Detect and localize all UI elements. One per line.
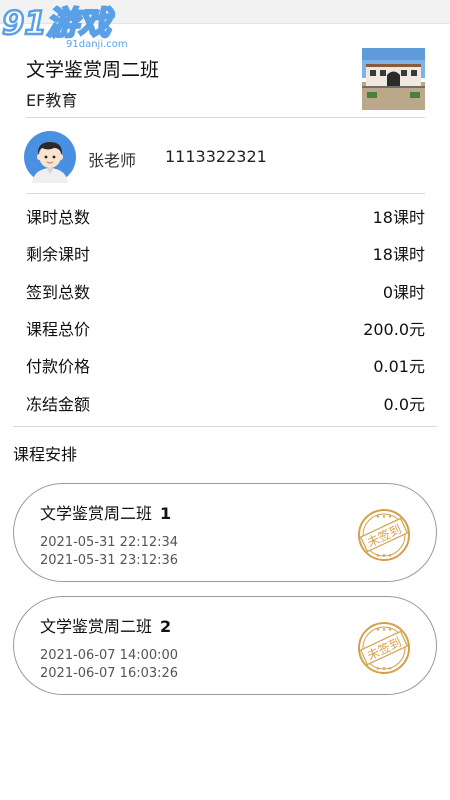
teacher-name: 张老师 xyxy=(88,151,137,170)
teacher-phone: 1113322321 xyxy=(165,147,267,166)
stat-label: 剩余课时 xyxy=(26,245,91,264)
org-name: EF教育 xyxy=(26,91,78,110)
svg-text:★ ★ ★: ★ ★ ★ xyxy=(376,553,393,559)
stat-row-total-price: 课程总价 200.0元 xyxy=(26,316,425,340)
stat-label: 签到总数 xyxy=(26,283,91,302)
stat-value: 0.0元 xyxy=(383,395,425,414)
status-bar xyxy=(0,0,450,24)
schedule-card[interactable]: 文学鉴赏周二班 2 2021-06-07 14:00:00 2021-06-07 … xyxy=(13,596,437,695)
stat-label: 付款价格 xyxy=(26,357,91,376)
stat-label: 冻结金额 xyxy=(26,395,91,414)
watermark-site-text: 91danji.com xyxy=(66,39,128,50)
stat-value: 18课时 xyxy=(372,208,425,227)
teacher-avatar xyxy=(24,131,76,183)
stamp-text: 未签到 xyxy=(365,521,404,550)
stat-value: 18课时 xyxy=(372,245,425,264)
schedule-start-time: 2021-05-31 22:12:34 xyxy=(40,535,179,550)
stat-label: 课程总价 xyxy=(26,320,91,339)
stat-row-remaining-hours: 剩余课时 18课时 xyxy=(26,241,425,265)
stat-row-total-hours: 课时总数 18课时 xyxy=(26,204,425,228)
schedule-end-time: 2021-05-31 23:12:36 xyxy=(40,553,179,568)
schedule-section-title: 课程安排 xyxy=(13,445,78,464)
class-title: 文学鉴赏周二班 xyxy=(26,59,160,81)
stat-value: 200.0元 xyxy=(363,320,425,339)
schedule-card[interactable]: 文学鉴赏周二班 1 2021-05-31 22:12:34 2021-05-31 … xyxy=(13,483,437,582)
schedule-card-index: 1 xyxy=(160,504,172,523)
stat-row-paid-price: 付款价格 0.01元 xyxy=(26,353,425,377)
divider xyxy=(13,426,437,427)
divider xyxy=(26,193,425,194)
schedule-card-index: 2 xyxy=(160,617,172,636)
schedule-card-title: 文学鉴赏周二班 xyxy=(40,504,153,523)
schedule-card-title: 文学鉴赏周二班 xyxy=(40,617,153,636)
schedule-card-title-row: 文学鉴赏周二班 2 xyxy=(40,613,171,637)
not-checked-in-stamp: ★ ★ ★ ★ ★ ★ 未签到 xyxy=(358,509,410,561)
stat-value: 0课时 xyxy=(382,283,425,302)
schedule-end-time: 2021-06-07 16:03:26 xyxy=(40,666,179,681)
svg-text:★ ★ ★: ★ ★ ★ xyxy=(376,514,393,520)
stamp-text: 未签到 xyxy=(365,634,404,663)
schedule-start-time: 2021-06-07 14:00:00 xyxy=(40,648,179,663)
class-thumbnail-image xyxy=(362,48,425,110)
stat-label: 课时总数 xyxy=(26,208,91,227)
divider xyxy=(26,117,425,118)
stat-row-frozen-amount: 冻结金额 0.0元 xyxy=(26,391,425,415)
schedule-card-title-row: 文学鉴赏周二班 1 xyxy=(40,500,171,524)
stat-value: 0.01元 xyxy=(373,357,425,376)
svg-text:★ ★ ★: ★ ★ ★ xyxy=(376,666,393,672)
stat-row-checkins: 签到总数 0课时 xyxy=(26,279,425,303)
not-checked-in-stamp: ★ ★ ★ ★ ★ ★ 未签到 xyxy=(358,622,410,674)
svg-text:★ ★ ★: ★ ★ ★ xyxy=(376,627,393,633)
